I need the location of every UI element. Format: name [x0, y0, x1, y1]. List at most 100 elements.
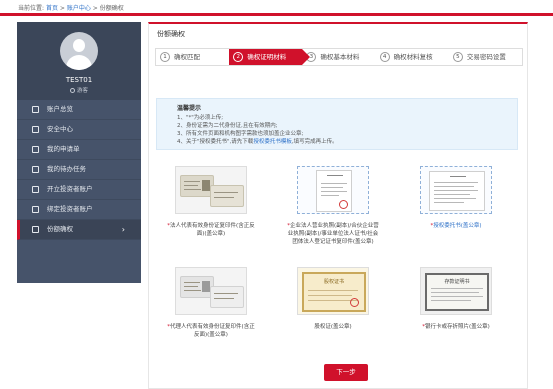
agent-id-back-image	[210, 286, 244, 308]
bank-text-line	[431, 300, 471, 301]
sidebar: TEST01 游客 账户总览 安全中心 我的申请单 我的待办任务 开立投资者账户…	[17, 22, 141, 283]
breadcrumb: 当前位置: 首页 > 账户中心 > 份额确权	[18, 3, 124, 12]
authorization-template-link[interactable]: 授权委托书模板	[253, 139, 292, 145]
tips-heading: 温馨提示	[177, 105, 202, 112]
bank-text-line	[431, 292, 479, 293]
license-text-line	[321, 187, 343, 188]
page-title: 份额确权	[157, 30, 185, 38]
id-photo	[202, 180, 210, 191]
step-label: 确权证明材料	[247, 53, 287, 61]
id-photo	[202, 281, 210, 292]
bank-card-caption: *银行卡或存折照片(盖公章)	[410, 323, 502, 331]
certificate-title: 股权证书	[323, 279, 344, 285]
caption-text: 企业法人营业执照(副本)/合伙企业营业执照(副本)/事业单位法人证书/社会团体法…	[287, 223, 379, 245]
sidebar-item-label: 份额确权	[47, 225, 73, 233]
agent-id-front-image	[180, 276, 214, 298]
letter-text-line	[434, 198, 476, 199]
license-text-line	[321, 195, 339, 196]
caption-text: 代理人代表有效身份证复印件(含正反面)(盖公章)	[170, 324, 255, 338]
next-step-button[interactable]: 下一步	[324, 364, 368, 381]
business-license-caption: *企业法人营业执照(副本)/合伙企业营业执照(副本)/事业单位法人证书/社会团体…	[287, 222, 379, 246]
id-text-line	[184, 282, 200, 283]
step-number: 2	[233, 52, 244, 62]
letter-title-line	[450, 176, 466, 177]
sidebar-item-security-center[interactable]: 安全中心	[17, 120, 141, 140]
id-text-line	[214, 298, 234, 299]
step-3: 3 确权基本材料	[302, 49, 375, 65]
certificate-text-line	[308, 295, 352, 296]
sidebar-item-my-tasks[interactable]: 我的待办任务	[17, 160, 141, 180]
document-icon	[32, 146, 39, 153]
user-role-label: 游客	[76, 88, 88, 94]
license-text-line	[321, 191, 347, 192]
sidebar-item-label: 安全中心	[47, 125, 73, 133]
letter-text-line	[434, 182, 478, 183]
letter-text-line	[434, 190, 478, 191]
tips-line: 1、"*"为必须上传;	[177, 115, 224, 121]
sidebar-item-label: 账户总览	[47, 105, 73, 113]
caption-text: 法人代表有效身份证复印件(含正反面)(盖公章)	[170, 223, 255, 237]
breadcrumb-separator: >	[92, 5, 98, 12]
avatar-head	[73, 39, 85, 52]
sidebar-nav: 账户总览 安全中心 我的申请单 我的待办任务 开立投资者账户 绑定投资者账户 份…	[17, 100, 141, 240]
user-role: 游客	[17, 86, 141, 94]
open-account-icon	[32, 186, 39, 193]
authorization-paper-image	[429, 171, 485, 211]
user-profile: TEST01 游客	[17, 22, 141, 100]
id-text-line	[214, 293, 238, 294]
agent-id-upload[interactable]	[175, 267, 247, 315]
breadcrumb-separator: >	[59, 5, 65, 12]
business-license-upload[interactable]	[297, 166, 369, 214]
bank-card-upload[interactable]: 存款证明书	[420, 267, 492, 315]
share-certificate-image: 股权证书	[302, 272, 366, 312]
tips-line: 3、所有文件页面和机构图字需款也须加盖企业公章;	[177, 131, 304, 137]
sidebar-item-share-confirmation[interactable]: 份额确权 ›	[17, 220, 141, 240]
share-certificate-upload[interactable]: 股权证书	[297, 267, 369, 315]
sidebar-item-account-overview[interactable]: 账户总览	[17, 100, 141, 120]
id-text-line	[214, 197, 234, 198]
letter-text-line	[434, 194, 470, 195]
sidebar-item-label: 开立投资者账户	[47, 185, 93, 193]
shield-icon	[32, 126, 39, 133]
step-number: 4	[379, 52, 390, 62]
legal-rep-id-upload[interactable]	[175, 166, 247, 214]
sidebar-item-open-investor-account[interactable]: 开立投资者账户	[17, 180, 141, 200]
id-card-front-image	[180, 175, 214, 197]
step-label: 确权匹配	[174, 53, 200, 61]
id-text-line	[184, 290, 201, 291]
agent-id-caption: *代理人代表有效身份证复印件(含正反面)(盖公章)	[165, 323, 257, 339]
sidebar-item-label: 我的待办任务	[47, 165, 86, 173]
user-icon	[32, 106, 39, 113]
person-icon	[69, 88, 75, 93]
sidebar-item-label: 绑定投资者账户	[47, 205, 93, 213]
authorization-letter-upload[interactable]	[420, 166, 492, 214]
caption-text: 股权证(盖公章)	[314, 324, 352, 330]
username: TEST01	[65, 76, 93, 84]
letter-text-line	[434, 186, 474, 187]
tips-box: 温馨提示 1、"*"为必须上传; 2、身份证需为二代身份证,且在有效期内; 3、…	[156, 98, 518, 150]
sidebar-item-bind-investor-account[interactable]: 绑定投资者账户	[17, 200, 141, 220]
bank-text-line	[431, 288, 483, 289]
id-text-line	[184, 185, 198, 186]
top-accent-bar	[0, 13, 553, 16]
certificate-text-line	[308, 290, 358, 291]
breadcrumb-home-link[interactable]: 首页	[46, 5, 58, 12]
tips-line: 2、身份证需为二代身份证,且在有效期内;	[177, 123, 278, 129]
id-card-back-image	[210, 185, 244, 207]
bank-document-title: 存款证明书	[444, 279, 470, 285]
step-label: 确权材料复核	[393, 53, 433, 61]
share-icon	[32, 226, 39, 233]
step-indicator: 1 确权匹配 2 确权证明材料 3 确权基本材料 4 确权材料复核 5 交易密码设置	[155, 48, 523, 66]
avatar	[60, 32, 98, 70]
sidebar-item-my-applications[interactable]: 我的申请单	[17, 140, 141, 160]
step-4: 4 确权材料复核	[376, 49, 449, 65]
red-stamp-icon	[350, 298, 359, 307]
breadcrumb-account-link[interactable]: 账户中心	[67, 5, 91, 12]
id-text-line	[184, 189, 201, 190]
license-text-line	[321, 183, 347, 184]
step-1: 1 确权匹配	[156, 49, 229, 65]
bank-text-line	[431, 296, 483, 297]
caption-text: 银行卡或存折照片(盖公章)	[424, 324, 490, 330]
chevron-right-icon: ›	[121, 225, 125, 234]
id-text-line	[184, 181, 200, 182]
